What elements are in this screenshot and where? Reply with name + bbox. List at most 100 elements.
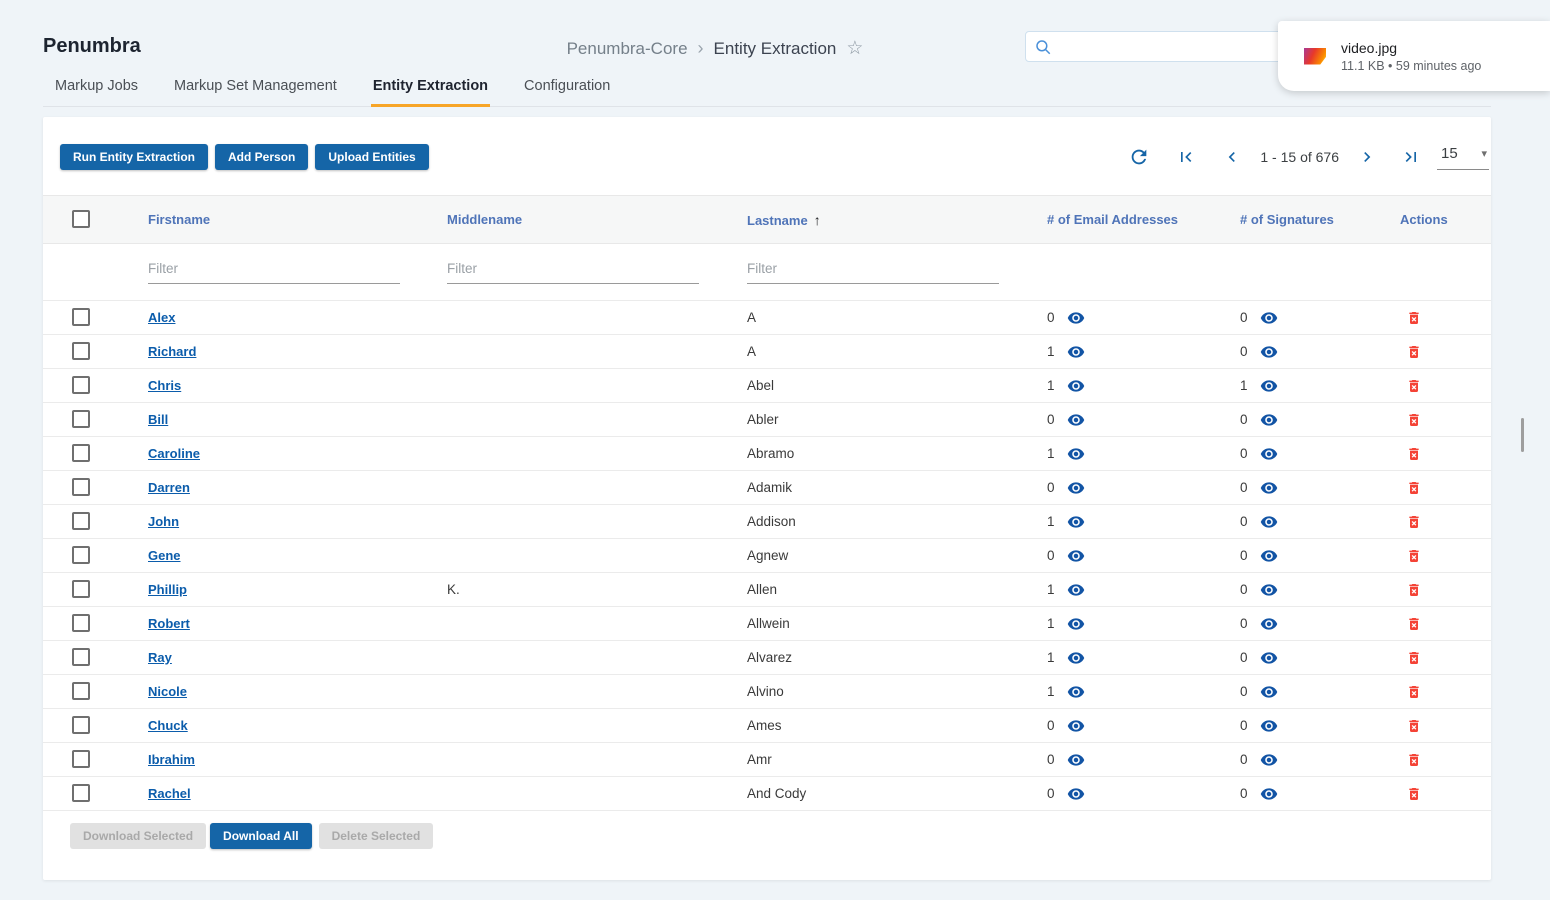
delete-row-icon[interactable] [1406,548,1422,564]
delete-row-icon[interactable] [1406,446,1422,462]
delete-row-icon[interactable] [1406,480,1422,496]
row-checkbox[interactable] [72,376,90,394]
middlename-filter-input[interactable] [447,261,699,284]
row-checkbox[interactable] [72,308,90,326]
row-checkbox[interactable] [72,478,90,496]
firstname-link[interactable]: John [148,514,179,529]
delete-row-icon[interactable] [1406,718,1422,734]
view-emails-eye-icon[interactable] [1067,717,1085,735]
view-signatures-eye-icon[interactable] [1260,581,1278,599]
view-emails-eye-icon[interactable] [1067,581,1085,599]
download-selected-button[interactable]: Download Selected [70,823,207,849]
view-emails-eye-icon[interactable] [1067,649,1085,667]
view-signatures-eye-icon[interactable] [1260,445,1278,463]
row-checkbox[interactable] [72,682,90,700]
row-checkbox[interactable] [72,512,90,530]
delete-row-icon[interactable] [1406,582,1422,598]
view-signatures-eye-icon[interactable] [1260,717,1278,735]
firstname-filter-input[interactable] [148,261,400,284]
view-signatures-eye-icon[interactable] [1260,343,1278,361]
view-emails-eye-icon[interactable] [1067,445,1085,463]
view-emails-eye-icon[interactable] [1067,785,1085,803]
column-header-firstname[interactable]: Firstname [148,196,447,244]
last-page-icon[interactable] [1401,147,1421,167]
column-header-lastname[interactable]: Lastname ↑ [747,196,1047,244]
firstname-link[interactable]: Robert [148,616,190,631]
delete-row-icon[interactable] [1406,310,1422,326]
firstname-link[interactable]: Rachel [148,786,191,801]
previous-page-icon[interactable] [1222,147,1242,167]
firstname-link[interactable]: Bill [148,412,168,427]
view-emails-eye-icon[interactable] [1067,479,1085,497]
breadcrumb-parent[interactable]: Penumbra-Core [567,39,688,59]
delete-row-icon[interactable] [1406,684,1422,700]
favorite-star-icon[interactable]: ☆ [846,37,863,60]
view-signatures-eye-icon[interactable] [1260,649,1278,667]
delete-row-icon[interactable] [1406,514,1422,530]
row-checkbox[interactable] [72,784,90,802]
firstname-link[interactable]: Chris [148,378,181,393]
row-checkbox[interactable] [72,750,90,768]
firstname-link[interactable]: Nicole [148,684,187,699]
row-checkbox[interactable] [72,444,90,462]
firstname-link[interactable]: Richard [148,344,196,359]
delete-row-icon[interactable] [1406,786,1422,802]
column-header-middlename[interactable]: Middlename [447,196,747,244]
delete-selected-button[interactable]: Delete Selected [318,823,434,849]
column-header-signatures[interactable]: # of Signatures [1240,196,1400,244]
first-page-icon[interactable] [1176,147,1196,167]
lastname-filter-input[interactable] [747,261,999,284]
delete-row-icon[interactable] [1406,344,1422,360]
tab-markup-jobs[interactable]: Markup Jobs [53,72,140,106]
select-all-checkbox[interactable] [72,210,90,228]
row-checkbox[interactable] [72,342,90,360]
add-person-button[interactable]: Add Person [215,144,309,170]
row-checkbox[interactable] [72,648,90,666]
view-emails-eye-icon[interactable] [1067,683,1085,701]
row-checkbox[interactable] [72,614,90,632]
vertical-scrollbar-thumb[interactable] [1521,418,1524,452]
view-emails-eye-icon[interactable] [1067,309,1085,327]
view-signatures-eye-icon[interactable] [1260,411,1278,429]
view-emails-eye-icon[interactable] [1067,513,1085,531]
view-signatures-eye-icon[interactable] [1260,547,1278,565]
firstname-link[interactable]: Ray [148,650,172,665]
view-signatures-eye-icon[interactable] [1260,479,1278,497]
view-signatures-eye-icon[interactable] [1260,683,1278,701]
row-checkbox[interactable] [72,410,90,428]
next-page-icon[interactable] [1357,147,1377,167]
tab-entity-extraction[interactable]: Entity Extraction [370,72,491,107]
firstname-link[interactable]: Phillip [148,582,187,597]
delete-row-icon[interactable] [1406,650,1422,666]
delete-row-icon[interactable] [1406,378,1422,394]
firstname-link[interactable]: Chuck [148,718,188,733]
view-signatures-eye-icon[interactable] [1260,751,1278,769]
row-checkbox[interactable] [72,716,90,734]
delete-row-icon[interactable] [1406,412,1422,428]
download-all-button[interactable]: Download All [210,823,312,849]
view-signatures-eye-icon[interactable] [1260,785,1278,803]
firstname-link[interactable]: Gene [148,548,181,563]
tab-markup-set-management[interactable]: Markup Set Management [172,72,339,106]
row-checkbox[interactable] [72,546,90,564]
view-emails-eye-icon[interactable] [1067,411,1085,429]
firstname-link[interactable]: Ibrahim [148,752,195,767]
delete-row-icon[interactable] [1406,616,1422,632]
upload-entities-button[interactable]: Upload Entities [315,144,429,170]
firstname-link[interactable]: Darren [148,480,190,495]
view-emails-eye-icon[interactable] [1067,343,1085,361]
column-header-emails[interactable]: # of Email Addresses [1047,196,1240,244]
view-signatures-eye-icon[interactable] [1260,513,1278,531]
view-signatures-eye-icon[interactable] [1260,309,1278,327]
tab-configuration[interactable]: Configuration [522,72,612,106]
firstname-link[interactable]: Caroline [148,446,200,461]
download-notification[interactable]: video.jpg 11.1 KB • 59 minutes ago [1278,21,1550,91]
view-emails-eye-icon[interactable] [1067,751,1085,769]
view-signatures-eye-icon[interactable] [1260,615,1278,633]
firstname-link[interactable]: Alex [148,310,175,325]
page-size-select[interactable]: 15 ▾ [1437,145,1489,170]
run-entity-extraction-button[interactable]: Run Entity Extraction [60,144,209,170]
view-emails-eye-icon[interactable] [1067,615,1085,633]
row-checkbox[interactable] [72,580,90,598]
refresh-icon[interactable] [1128,146,1150,168]
